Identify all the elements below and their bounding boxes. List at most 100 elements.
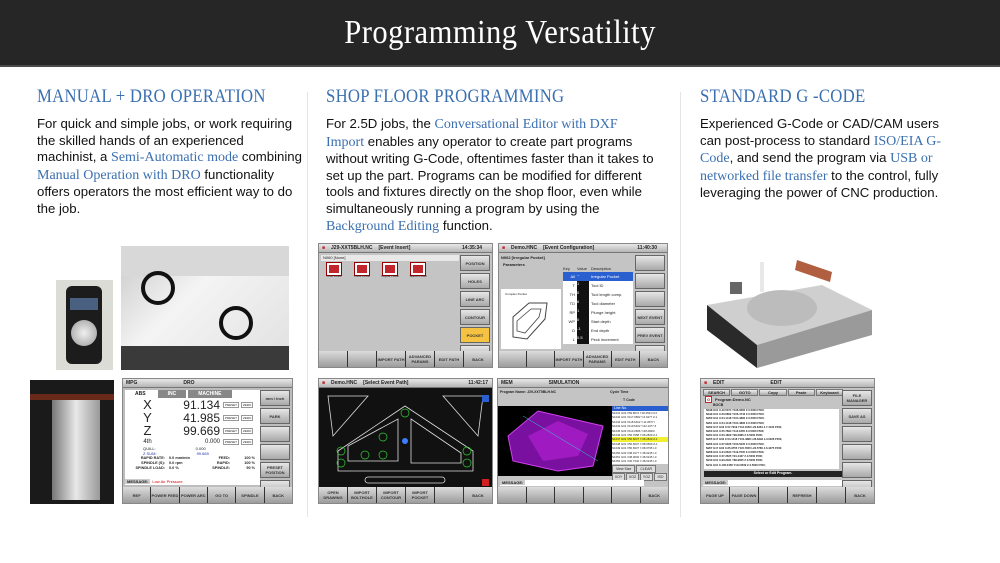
- bottom-button-refresh[interactable]: REFRESH: [788, 487, 816, 503]
- param-value[interactable]: 6: [577, 299, 589, 308]
- bottom-button-blank-3[interactable]: [583, 487, 611, 503]
- bottom-button-back[interactable]: BACK: [464, 351, 492, 367]
- clear-button[interactable]: CLEAR: [636, 465, 656, 473]
- side-button-blank-1[interactable]: [635, 273, 665, 289]
- side-button-blank-0[interactable]: [635, 255, 665, 271]
- zero-button[interactable]: ZERO: [241, 427, 254, 434]
- bottom-button-power-feed[interactable]: POWER FEED: [151, 487, 179, 503]
- grid-icon[interactable]: [482, 395, 489, 402]
- plane-iso-button[interactable]: ISO: [654, 473, 667, 481]
- bottom-button-blank-2[interactable]: [555, 487, 583, 503]
- param-value[interactable]: 1: [577, 281, 589, 290]
- side-button-save-as[interactable]: SAVE AS: [842, 408, 872, 424]
- zero-button[interactable]: ZERO: [241, 401, 254, 408]
- preset-button[interactable]: PRESET: [223, 414, 240, 421]
- side-button-preset-position[interactable]: PRESET POSITION: [260, 462, 290, 478]
- side-button-blank-4[interactable]: [842, 462, 872, 478]
- side-button-blank-3[interactable]: [260, 444, 290, 460]
- bottom-button-blank-0[interactable]: [499, 351, 527, 367]
- pocket-type-icon[interactable]: Irregular Pocket: [379, 262, 401, 278]
- side-button-pocket[interactable]: POCKET: [460, 327, 490, 343]
- param-row[interactable]: L 0.5 Peck increment: [563, 335, 633, 344]
- bottom-button-ref[interactable]: REF: [123, 487, 151, 503]
- bottom-button-page-down[interactable]: PAGE DOWN: [730, 487, 758, 503]
- gcode-line-list[interactable]: N1041 G03 X59.8672 Y18.4531 I0.0 N1042 G0…: [612, 411, 668, 464]
- bottom-button-back[interactable]: BACK: [846, 487, 874, 503]
- param-value[interactable]: 1: [577, 308, 589, 317]
- bottom-button-back[interactable]: BACK: [464, 487, 492, 503]
- param-row[interactable]: All -- Irregular Pocket: [563, 272, 633, 281]
- bottom-button-blank-4[interactable]: [612, 487, 640, 503]
- menu-goto[interactable]: GOTO: [731, 389, 759, 396]
- bottom-button-power-arc[interactable]: POWER ARC: [179, 487, 207, 503]
- bottom-button-import-contour[interactable]: IMPORT CONTOUR: [377, 487, 405, 503]
- bottom-button-back[interactable]: BACK: [264, 487, 292, 503]
- side-button-contour[interactable]: CONTOUR: [460, 309, 490, 325]
- bottom-button-blank-4[interactable]: [435, 487, 463, 503]
- pocket-type-icon[interactable]: Tapered Pocket: [407, 262, 429, 278]
- bottom-button-import-bolthole[interactable]: IMPORT BOLTHOLE: [348, 487, 376, 503]
- bottom-button-back[interactable]: BACK: [640, 487, 668, 503]
- zero-button[interactable]: ZERO: [241, 438, 254, 445]
- param-row[interactable]: D -1 End depth: [563, 326, 633, 335]
- bottom-button-advanced-params[interactable]: ADVANCED PARAMS: [406, 351, 434, 367]
- gcode-line[interactable]: N1052 G01 X30.7342 Y-48.0245 I-0: [612, 459, 668, 463]
- side-button-blank-2[interactable]: [635, 291, 665, 307]
- side-button-holes[interactable]: HOLES: [460, 273, 490, 289]
- side-button-blank-2[interactable]: [842, 426, 872, 442]
- bottom-button-blank-2[interactable]: [759, 487, 787, 503]
- menu-search[interactable]: SEARCH: [703, 389, 731, 396]
- bottom-button-import-path[interactable]: IMPORT PATH: [555, 351, 583, 367]
- param-value[interactable]: 0: [577, 317, 589, 326]
- param-row[interactable]: T 1 Tool ID: [563, 281, 633, 290]
- pocket-type-icon[interactable]: Frame Pocket: [351, 262, 373, 278]
- view-size-button[interactable]: View Size: [612, 465, 636, 473]
- bottom-button-blank-4[interactable]: [817, 487, 845, 503]
- pocket-type-icon[interactable]: Circle Pocket: [323, 262, 345, 278]
- param-row[interactable]: RP 1 Plunge height: [563, 308, 633, 317]
- side-button-park[interactable]: PARK: [260, 408, 290, 424]
- side-button-prev-event[interactable]: PREV EVENT: [635, 327, 665, 343]
- bottom-button-blank-0[interactable]: [498, 487, 526, 503]
- toolpath-view[interactable]: [498, 406, 612, 476]
- bottom-button-edit-path[interactable]: EDIT PATH: [435, 351, 463, 367]
- bottom-button-back[interactable]: BACK: [639, 351, 667, 367]
- bottom-button-advanced-params[interactable]: ADVANCED PARAMS: [583, 351, 611, 367]
- gcode-editor[interactable]: N198 G01 X-40.5374 Y108.0665 Z-0.5000 F5…: [704, 409, 839, 469]
- param-row[interactable]: TH 0 Tool length comp.: [563, 290, 633, 299]
- side-button-mm-inch[interactable]: mm / inch: [260, 390, 290, 406]
- menu-keyboard[interactable]: Keyboard: [815, 389, 844, 396]
- side-button-blank-3[interactable]: [842, 444, 872, 460]
- side-button-next-event[interactable]: NEXT EVENT: [635, 309, 665, 325]
- bottom-button-edit-path[interactable]: EDIT PATH: [611, 351, 639, 367]
- bottom-button-blank-1[interactable]: [527, 351, 555, 367]
- param-value[interactable]: --: [577, 272, 589, 281]
- preset-button[interactable]: PRESET: [223, 427, 240, 434]
- bottom-button-blank-1[interactable]: [348, 351, 376, 367]
- param-row[interactable]: TD 6 Tool diameter: [563, 299, 633, 308]
- menu-paste[interactable]: Paste: [787, 389, 815, 396]
- menu-copy[interactable]: Copy: [759, 389, 787, 396]
- side-button-position[interactable]: POSITION: [460, 255, 490, 271]
- bottom-button-blank-0[interactable]: [319, 351, 347, 367]
- bottom-button-open-drawing[interactable]: OPEN DRAWING: [319, 487, 347, 503]
- side-button-line-arc[interactable]: LINE ARC: [460, 291, 490, 307]
- preset-button[interactable]: PRESET: [223, 401, 240, 408]
- gcode-line[interactable]: N211 G01 X-106.0458 Y112.6539 Z-0.5000 F…: [706, 464, 839, 468]
- bottom-button-blank-1[interactable]: [526, 487, 554, 503]
- param-value[interactable]: -1: [577, 326, 589, 335]
- preset-button[interactable]: PRESET: [223, 438, 240, 445]
- param-row[interactable]: WP 0 Start depth: [563, 317, 633, 326]
- bottom-button-import-pocket[interactable]: IMPORT POCKET: [406, 487, 434, 503]
- bottom-button-import-path[interactable]: IMPORT PATH: [377, 351, 405, 367]
- param-value[interactable]: 0.5: [577, 335, 589, 344]
- close-icon[interactable]: [482, 479, 489, 486]
- side-button-file-manager[interactable]: FILE MANAGER: [842, 390, 872, 406]
- side-button-blank-2[interactable]: [260, 426, 290, 442]
- param-value[interactable]: 0: [577, 290, 589, 299]
- bottom-button-go-to[interactable]: GO TO: [207, 487, 236, 503]
- zero-button[interactable]: ZERO: [241, 414, 254, 421]
- bottom-button-spindle[interactable]: SPINDLE: [236, 487, 264, 503]
- bottom-button-page-up[interactable]: PAGE UP: [701, 487, 729, 503]
- dxf-drawing[interactable]: [323, 391, 488, 487]
